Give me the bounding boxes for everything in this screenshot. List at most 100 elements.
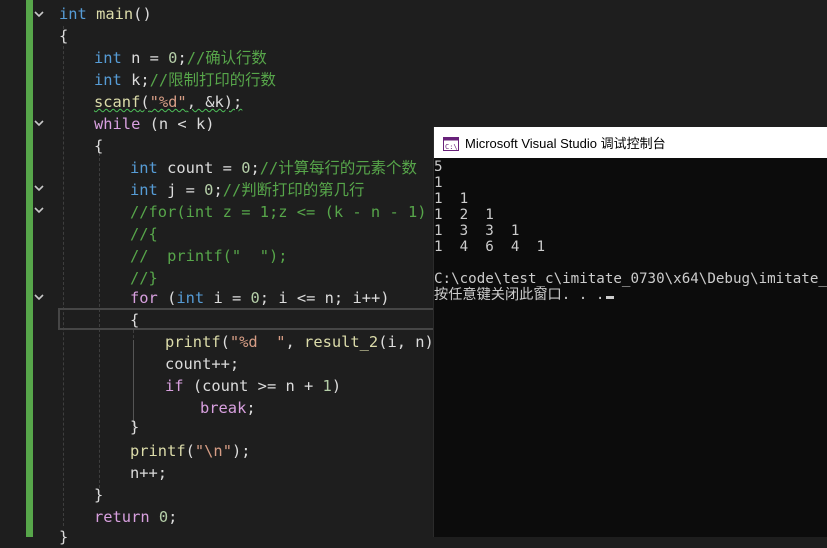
code-line: for (int i = 0; i <= n; i++) — [130, 287, 390, 309]
code-line: int n = 0;//确认行数 — [94, 47, 267, 69]
token: } — [94, 486, 104, 504]
console-output: 5 1 1 1 1 2 1 1 3 3 1 1 4 6 4 1 C:\code\… — [434, 158, 827, 537]
token: return — [94, 508, 150, 526]
token: ( — [140, 93, 150, 111]
token: { — [94, 137, 104, 155]
current-line-highlight — [58, 308, 438, 330]
code-line: //for(int z = 1;z <= (k - n - 1) — [130, 201, 427, 223]
indent-guide — [133, 340, 134, 426]
code-line: break; — [200, 397, 256, 419]
token: j = — [157, 181, 205, 199]
code-line: { — [94, 135, 103, 157]
token: count = — [157, 159, 242, 177]
token: count++; — [165, 355, 240, 373]
console-line: 5 — [434, 159, 443, 175]
token: int — [94, 71, 122, 89]
code-line: int count = 0;//计算每行的元素个数 — [130, 157, 417, 179]
token: ; — [177, 49, 187, 67]
token: ; i <= n; i++) — [259, 289, 390, 307]
token: // printf(" "); — [130, 247, 288, 265]
console-titlebar[interactable]: C:\ Microsoft Visual Studio 调试控制台 — [434, 127, 827, 158]
token: (n < k) — [140, 115, 215, 133]
token: ; — [246, 399, 256, 417]
token: n++; — [130, 464, 168, 482]
token: int — [176, 289, 205, 307]
fold-chevron-icon[interactable] — [33, 204, 45, 216]
token: //确认行数 — [186, 49, 267, 67]
code-line: //} — [130, 267, 158, 289]
token: //计算每行的元素个数 — [259, 159, 417, 177]
token: 0 — [158, 508, 169, 526]
token: printf — [130, 442, 186, 460]
code-line: return 0; — [94, 506, 177, 528]
code-line: } — [94, 484, 103, 506]
token: , &k); — [186, 93, 243, 111]
token: () — [133, 5, 152, 23]
token: , — [285, 333, 305, 351]
token: } — [59, 528, 69, 546]
console-line: 1 — [434, 175, 443, 191]
console-line: C:\code\test_c\imitate_0730\x64\Debug\im… — [434, 271, 827, 287]
token: ( — [157, 289, 177, 307]
code-line: //{ — [130, 223, 158, 245]
token: ( — [185, 442, 195, 460]
token: } — [130, 418, 140, 436]
code-line: { — [59, 25, 68, 47]
code-line: count++; — [165, 353, 239, 375]
code-line: int j = 0;//判断打印的第几行 — [130, 179, 364, 201]
token: ; — [168, 508, 178, 526]
token: if — [165, 377, 184, 395]
token: "%d " — [229, 333, 286, 351]
fold-chevron-icon[interactable] — [33, 117, 45, 129]
code-line: } — [130, 416, 139, 438]
svg-text:C:\: C:\ — [445, 143, 458, 151]
fold-chevron-icon[interactable] — [33, 291, 45, 303]
token: main — [96, 5, 134, 23]
code-line: int k;//限制打印的行数 — [94, 69, 276, 91]
console-line: 1 1 — [434, 191, 469, 207]
token: i = — [204, 289, 251, 307]
console-app-icon: C:\ — [443, 136, 459, 151]
token: n = — [121, 49, 169, 67]
fold-chevron-icon[interactable] — [33, 8, 45, 20]
token: { — [130, 311, 140, 329]
token: //判断打印的第几行 — [222, 181, 365, 199]
console-prompt-line: 按任意键关闭此窗口. . . — [434, 287, 615, 303]
code-line: { — [130, 309, 139, 331]
token: //限制打印的行数 — [149, 71, 276, 89]
text-cursor — [606, 296, 615, 299]
token: //} — [130, 269, 158, 287]
console-line: 1 3 3 1 — [434, 223, 520, 239]
code-line: scanf("%d", &k); — [94, 91, 242, 113]
token: //for(int z = 1;z <= (k - n - 1) — [130, 203, 427, 221]
token: ; — [213, 181, 223, 199]
fold-chevron-icon[interactable] — [33, 182, 45, 194]
token: 1 — [322, 377, 332, 395]
code-line: n++; — [130, 462, 167, 484]
token: (count >= n + — [183, 377, 323, 395]
console-title: Microsoft Visual Studio 调试控制台 — [465, 136, 666, 151]
token: "%d" — [149, 93, 187, 111]
code-line: } — [59, 526, 68, 548]
code-line: if (count >= n + 1) — [165, 375, 341, 397]
console-line: 按任意键关闭此窗口. . . — [434, 287, 605, 303]
token: "\n" — [194, 442, 232, 460]
token: scanf — [94, 93, 141, 111]
token: for — [130, 289, 158, 307]
token: { — [59, 27, 69, 45]
code-line: // printf(" "); — [130, 245, 288, 267]
code-line: int main() — [59, 3, 152, 25]
token: 0 — [241, 159, 251, 177]
token: while — [94, 115, 141, 133]
debug-console-window[interactable]: C:\ Microsoft Visual Studio 调试控制台 5 1 1 … — [433, 127, 827, 537]
indent-guide — [63, 26, 64, 526]
code-line: printf("\n"); — [130, 440, 251, 462]
token: k; — [121, 71, 150, 89]
token: 0 — [250, 289, 260, 307]
token: result_2 — [304, 333, 379, 351]
token: ) — [331, 377, 342, 395]
token: int — [59, 5, 87, 23]
console-line: 1 4 6 4 1 — [434, 239, 546, 255]
